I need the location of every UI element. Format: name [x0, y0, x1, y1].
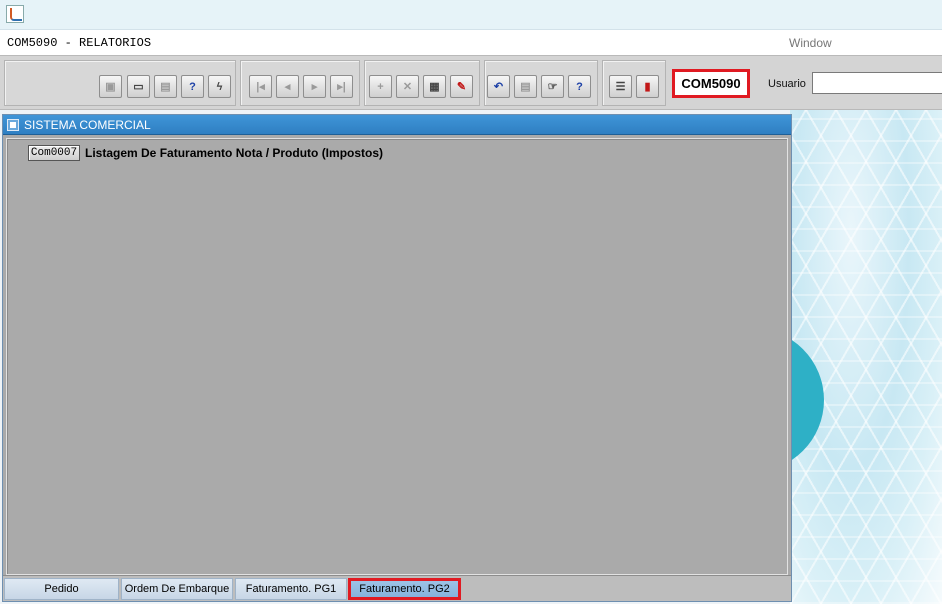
insert-record-icon[interactable]: + — [369, 75, 392, 98]
sistema-comercial-window: SISTEMA COMERCIAL Com0007 Listagem De Fa… — [2, 114, 792, 602]
inner-window-title-bar[interactable]: SISTEMA COMERCIAL — [3, 115, 791, 135]
window-icon — [7, 119, 19, 131]
screen-icon[interactable]: ▭ — [127, 75, 150, 98]
hand-help-icon[interactable]: ☞ — [541, 75, 564, 98]
query-icon[interactable]: ? — [181, 75, 204, 98]
exit-icon[interactable]: ▮ — [636, 75, 659, 98]
save-icon[interactable]: ▣ — [99, 75, 122, 98]
tab-bar: Pedido Ordem De Embarque Faturamento. PG… — [3, 575, 791, 601]
menu-icon[interactable]: ☰ — [609, 75, 632, 98]
print-icon[interactable]: ▤ — [154, 75, 177, 98]
java-app-icon — [6, 5, 24, 23]
user-field[interactable] — [812, 72, 942, 94]
toolbar-group-navigation: |◂ ◂ ▸ ▸| — [240, 60, 360, 106]
user-label: Usuario — [768, 78, 806, 90]
next-record-icon[interactable]: ▸ — [303, 75, 326, 98]
undo-icon[interactable]: ↶ — [487, 75, 510, 98]
execute-query-icon[interactable]: ϟ — [208, 75, 231, 98]
title-bar — [0, 0, 942, 30]
tab-faturamento-pg1[interactable]: Faturamento. PG1 — [235, 578, 347, 600]
previous-record-icon[interactable]: ◂ — [276, 75, 299, 98]
report-label: Listagem De Faturamento Nota / Produto (… — [85, 145, 384, 160]
form-code-badge: COM5090 — [672, 69, 750, 98]
inner-window-title: SISTEMA COMERCIAL — [24, 118, 151, 132]
help-icon[interactable]: ? — [568, 75, 591, 98]
form-menu-title[interactable]: COM5090 - RELATORIOS — [7, 36, 151, 50]
list-values-icon[interactable]: ▦ — [423, 75, 446, 98]
tab-faturamento-pg2[interactable]: Faturamento. PG2 — [348, 578, 461, 600]
toolbar-group-menu: ☰ ▮ — [602, 60, 666, 106]
clipboard-icon[interactable]: ▤ — [514, 75, 537, 98]
toolbar-group-edit: + ✕ ▦ ✎ — [364, 60, 480, 106]
report-button-com0007[interactable]: Com0007 — [28, 144, 80, 161]
first-record-icon[interactable]: |◂ — [249, 75, 272, 98]
background-hexagon-pattern — [790, 110, 942, 604]
tab-pedido[interactable]: Pedido — [4, 578, 119, 600]
tab-ordem-de-embarque[interactable]: Ordem De Embarque — [121, 578, 233, 600]
report-canvas: Com0007 Listagem De Faturamento Nota / P… — [6, 138, 788, 575]
report-row: Com0007 Listagem De Faturamento Nota / P… — [28, 144, 383, 161]
delete-record-icon[interactable]: ✕ — [396, 75, 419, 98]
menu-bar: COM5090 - RELATORIOS Window — [0, 30, 942, 55]
clear-icon[interactable]: ✎ — [450, 75, 473, 98]
last-record-icon[interactable]: ▸| — [330, 75, 353, 98]
toolbar-group-file: ▣ ▭ ▤ ? ϟ — [4, 60, 236, 106]
toolbar-group-help: ↶ ▤ ☞ ? — [484, 60, 598, 106]
background-circle — [790, 328, 824, 472]
window-menu[interactable]: Window — [789, 36, 832, 50]
